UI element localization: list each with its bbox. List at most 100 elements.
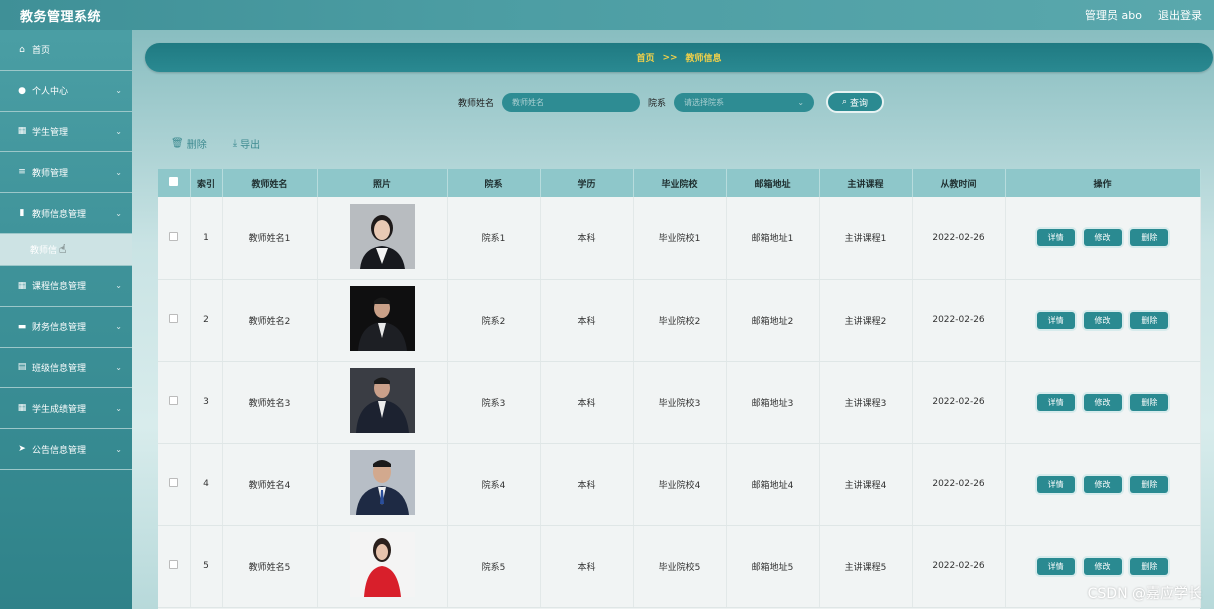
search-button[interactable]: ⌕ 查询: [826, 91, 885, 113]
chevron-down-icon: ⌄: [115, 403, 122, 413]
edit-button[interactable]: 修改: [1083, 229, 1122, 247]
cell-name: 教师姓名1: [222, 197, 318, 280]
row-checkbox[interactable]: [169, 314, 179, 323]
sidebar-item-grades[interactable]: ▦ 学生成绩管理 ⌄: [0, 388, 132, 430]
grid-icon: ▦: [17, 403, 27, 414]
detail-button[interactable]: 详情: [1036, 557, 1075, 575]
send-icon: ➤: [18, 444, 26, 455]
cell-photo: [317, 361, 448, 444]
cell-email: 邮箱地址3: [726, 361, 820, 444]
table-row: 1 教师姓名1 院系1 本科 毕业院校1 邮箱地址1 主讲课程1 2022-02…: [158, 197, 1201, 280]
edit-button[interactable]: 修改: [1083, 557, 1122, 575]
detail-button[interactable]: 详情: [1036, 475, 1075, 493]
chevron-down-icon: ⌄: [115, 208, 122, 218]
chevron-down-icon: ⌄: [115, 167, 122, 177]
sidebar-item-label: 教师信息管理: [32, 209, 87, 220]
main-content: 首页 >> 教师信息 教师姓名 教师姓名 院系 请选择院系 ⌄ ⌕ 查询 🗑 删…: [145, 30, 1214, 609]
sidebar-item-label: 财务信息管理: [32, 323, 87, 334]
delete-button[interactable]: 删除: [1130, 557, 1169, 575]
sidebar-item-notices[interactable]: ➤ 公告信息管理 ⌄: [0, 429, 132, 470]
sidebar-item-teacher-info[interactable]: ▮ 教师信息管理 ⌄: [0, 193, 132, 234]
row-checkbox[interactable]: [169, 560, 179, 569]
delete-button[interactable]: 删除: [1130, 393, 1169, 411]
table-row: 4 教师姓名4 院系4 本科 毕业院校4 邮箱地址4 主讲课程4 2022-02…: [158, 443, 1201, 526]
edit-button[interactable]: 修改: [1083, 475, 1122, 493]
cell-date: 2022-02-26: [912, 197, 1006, 280]
cell-school: 毕业院校3: [633, 361, 727, 444]
cell-school: 毕业院校4: [633, 443, 727, 526]
teacher-photo: [349, 368, 415, 433]
breadcrumb-separator: >>: [662, 52, 678, 63]
department-select[interactable]: 请选择院系 ⌄: [674, 92, 815, 112]
sidebar-item-teachers[interactable]: ≡ 教师管理 ⌄: [0, 152, 132, 194]
sidebar-item-students[interactable]: ▦ 学生管理 ⌄: [0, 112, 132, 153]
teacher-photo: [349, 450, 415, 515]
header-school: 毕业院校: [633, 169, 727, 197]
chevron-down-icon: ⌄: [115, 126, 122, 136]
sidebar-item-label: 教师管理: [32, 168, 69, 179]
home-icon: ⌂: [19, 44, 25, 55]
edit-button[interactable]: 修改: [1083, 393, 1122, 411]
chevron-down-icon: ⌄: [797, 97, 805, 107]
cell-index: 2: [190, 279, 223, 362]
sidebar-item-courses[interactable]: ▦ 课程信息管理 ⌄: [0, 266, 132, 307]
header-name: 教师姓名: [222, 169, 318, 197]
sidebar-item-label: 公告信息管理: [32, 445, 87, 456]
cell-edu: 本科: [540, 525, 634, 608]
select-all-cell: [158, 169, 191, 197]
delete-button[interactable]: 删除: [1130, 475, 1169, 493]
export-label: 导出: [240, 140, 261, 151]
table-row: 3 教师姓名3 院系3 本科 毕业院校3 邮箱地址3 主讲课程3 2022-02…: [158, 361, 1201, 444]
grid-icon: ▦: [17, 280, 27, 291]
grid-icon: ▦: [17, 126, 27, 137]
teacher-name-input[interactable]: 教师姓名: [502, 92, 641, 112]
sidebar-item-label: 学生成绩管理: [32, 404, 87, 415]
list-icon: ≡: [18, 167, 26, 178]
sidebar-item-label: 课程信息管理: [32, 282, 87, 293]
delete-button[interactable]: 删除: [1130, 229, 1169, 247]
header-index: 索引: [190, 169, 223, 197]
breadcrumb-home[interactable]: 首页: [636, 51, 654, 64]
sidebar-item-label: 个人中心: [32, 87, 69, 98]
detail-button[interactable]: 详情: [1036, 311, 1075, 329]
sidebar-item-personal-center[interactable]: ● 个人中心 ⌄: [0, 71, 132, 112]
admin-user-label[interactable]: 管理员 abo: [1085, 7, 1142, 23]
logout-link[interactable]: 退出登录: [1158, 7, 1202, 23]
bulk-delete-button[interactable]: 🗑 删除: [171, 136, 207, 151]
cell-school: 毕业院校2: [633, 279, 727, 362]
cell-photo: [317, 279, 448, 362]
teacher-name-label: 教师姓名: [458, 98, 495, 109]
sidebar-item-label: 班级信息管理: [32, 363, 87, 374]
header-date: 从教时间: [912, 169, 1006, 197]
bulk-delete-label: 删除: [186, 140, 207, 151]
cell-actions: 详情 修改 删除: [1005, 443, 1201, 526]
chevron-down-icon: ⌄: [115, 322, 122, 332]
row-checkbox[interactable]: [169, 231, 179, 241]
search-icon: ⌕: [842, 97, 848, 107]
edit-button[interactable]: 修改: [1083, 311, 1122, 329]
sidebar-item-home[interactable]: ⌂ 首页: [0, 30, 132, 71]
detail-button[interactable]: 详情: [1036, 393, 1075, 411]
sidebar-item-classes[interactable]: ▤ 班级信息管理 ⌄: [0, 348, 132, 389]
sidebar-subitem-label: 教师信: [30, 245, 58, 256]
user-icon: ●: [18, 85, 26, 96]
row-checkbox[interactable]: [169, 478, 179, 487]
table-row: 5 教师姓名5 院系5 本科 毕业院校5 邮箱地址5 主讲课程5 2022-02…: [158, 525, 1201, 608]
teacher-table: 索引 教师姓名 照片 院系 学历 毕业院校 邮箱地址 主讲课程 从教时间 操作 …: [158, 169, 1201, 609]
cell-edu: 本科: [540, 279, 634, 362]
cell-course: 主讲课程2: [819, 279, 913, 362]
cell-course: 主讲课程4: [819, 443, 913, 526]
cell-date: 2022-02-26: [912, 279, 1006, 362]
export-button[interactable]: ⤓ 导出: [233, 136, 260, 151]
breadcrumb-current: 教师信息: [685, 54, 722, 64]
table-header-row: 索引 教师姓名 照片 院系 学历 毕业院校 邮箱地址 主讲课程 从教时间 操作: [158, 169, 1201, 197]
cell-email: 邮箱地址1: [726, 197, 820, 280]
select-all-checkbox[interactable]: [169, 177, 179, 186]
delete-button[interactable]: 删除: [1130, 311, 1169, 329]
row-checkbox[interactable]: [169, 396, 179, 405]
sidebar-subitem-teacher-info[interactable]: 教师信 ☝: [0, 233, 132, 266]
sidebar-item-finance[interactable]: ▬ 财务信息管理 ⌄: [0, 307, 132, 348]
header-dept: 院系: [447, 169, 541, 197]
cell-course: 主讲课程3: [819, 361, 913, 444]
detail-button[interactable]: 详情: [1036, 229, 1075, 247]
